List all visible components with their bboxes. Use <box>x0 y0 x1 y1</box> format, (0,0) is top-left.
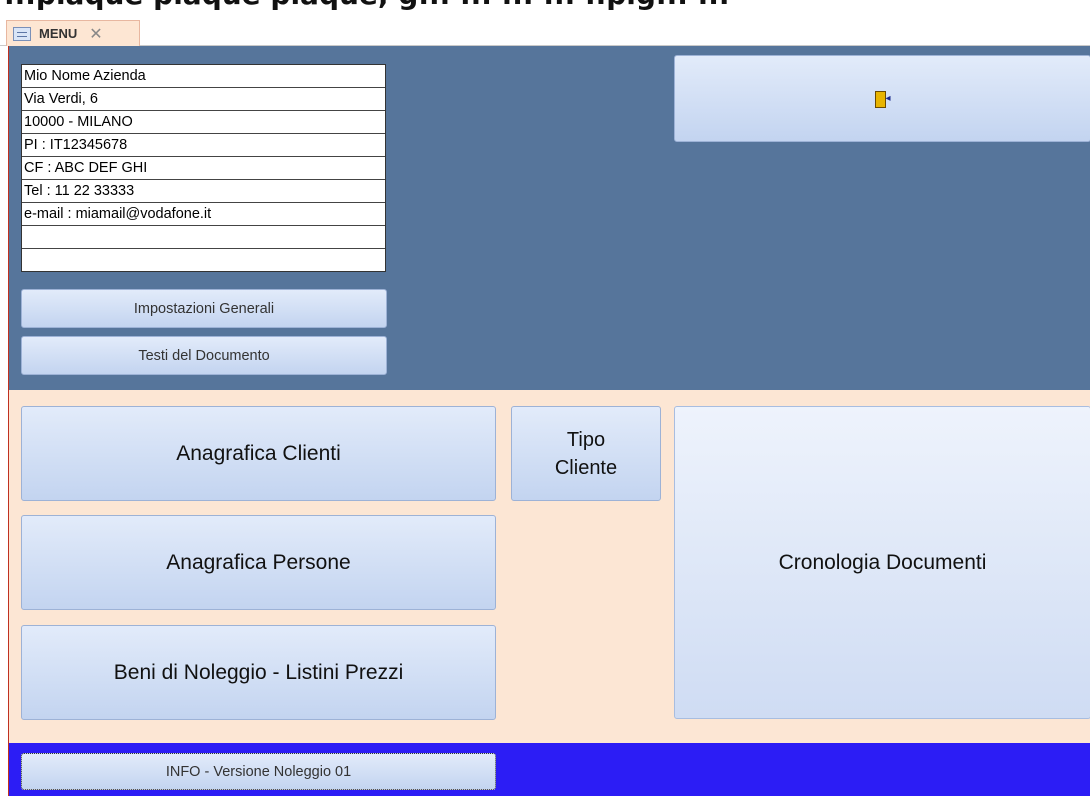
company-name-line: Mio Nome Azienda <box>22 65 385 88</box>
tipo-cliente-button[interactable]: Tipo Cliente <box>511 406 661 501</box>
info-version-label: INFO - Versione Noleggio 01 <box>165 763 352 780</box>
beni-noleggio-label: Beni di Noleggio - Listini Prezzi <box>113 660 404 684</box>
anagrafica-persone-label: Anagrafica Persone <box>166 550 351 574</box>
company-city-line: 10000 - MILANO <box>22 111 385 134</box>
anagrafica-clienti-button[interactable]: Anagrafica Clienti <box>21 406 496 501</box>
exit-button[interactable]: ◂ <box>674 55 1090 142</box>
exit-door-icon: ◂ <box>874 90 891 108</box>
testi-documento-label: Testi del Documento <box>138 347 270 364</box>
beni-noleggio-button[interactable]: Beni di Noleggio - Listini Prezzi <box>21 625 496 720</box>
document-tab-bar: MENU ✕ <box>0 10 1090 46</box>
form-header-section: Mio Nome Azienda Via Verdi, 6 10000 - MI… <box>9 46 1090 390</box>
impostazioni-generali-button[interactable]: Impostazioni Generali <box>21 289 387 328</box>
info-version-button[interactable]: INFO - Versione Noleggio 01 <box>21 753 496 790</box>
menu-form: Mio Nome Azienda Via Verdi, 6 10000 - MI… <box>8 46 1090 796</box>
cronologia-documenti-label: Cronologia Documenti <box>778 550 987 574</box>
company-empty-line <box>22 249 385 272</box>
window-title-cut: ...plaque plaque plaque, g... ... ... ..… <box>0 0 1090 10</box>
company-email-line: e-mail : miamail@vodafone.it <box>22 203 385 226</box>
company-address-line: Via Verdi, 6 <box>22 88 385 111</box>
tipo-cliente-label-line2: Cliente <box>554 456 618 479</box>
cronologia-documenti-button[interactable]: Cronologia Documenti <box>674 406 1090 719</box>
tab-menu[interactable]: MENU ✕ <box>6 20 140 46</box>
form-detail-section: Anagrafica Clienti Tipo Cliente Anagrafi… <box>9 390 1090 743</box>
anagrafica-persone-button[interactable]: Anagrafica Persone <box>21 515 496 610</box>
form-icon <box>13 26 31 41</box>
window-title-text: ...plaque plaque plaque, g... ... ... ..… <box>4 0 730 10</box>
tipo-cliente-label-line1: Tipo <box>566 428 606 451</box>
close-icon[interactable]: ✕ <box>89 24 102 43</box>
impostazioni-generali-label: Impostazioni Generali <box>133 300 275 317</box>
tab-label: MENU <box>39 26 78 41</box>
company-cf-line: CF : ABC DEF GHI <box>22 157 385 180</box>
company-info-box: Mio Nome Azienda Via Verdi, 6 10000 - MI… <box>21 64 386 272</box>
company-tel-line: Tel : 11 22 33333 <box>22 180 385 203</box>
company-empty-line <box>22 226 385 249</box>
company-pi-line: PI : IT12345678 <box>22 134 385 157</box>
anagrafica-clienti-label: Anagrafica Clienti <box>176 441 341 465</box>
testi-documento-button[interactable]: Testi del Documento <box>21 336 387 375</box>
form-footer-section: INFO - Versione Noleggio 01 <box>9 743 1090 796</box>
